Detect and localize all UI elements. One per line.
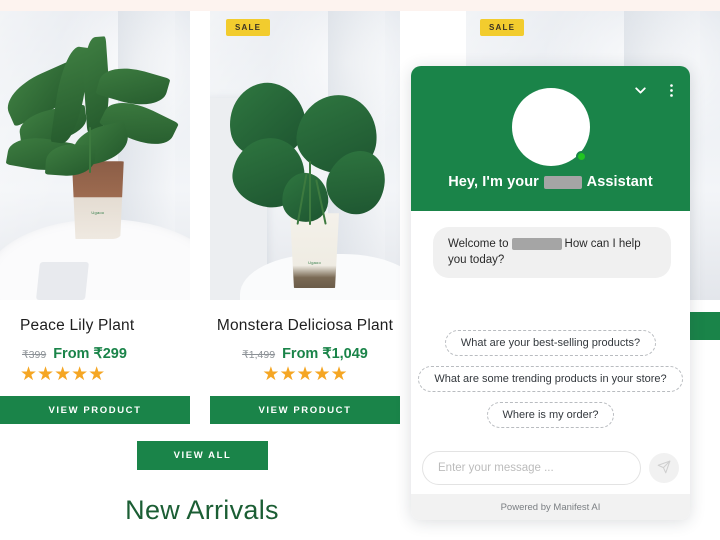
chat-input-row (411, 442, 690, 494)
rating-stars: ★★★★★ (20, 364, 106, 385)
redacted-brand-name (544, 175, 583, 189)
sale-badge: SALE (226, 19, 271, 36)
pot-brand-label: Ugaoo (308, 259, 321, 265)
chat-message-area: Welcome to How can I help you today? What… (411, 211, 690, 442)
chevron-down-icon[interactable] (632, 82, 649, 104)
price-current: From ₹299 (53, 346, 127, 362)
pot-brand-label: Ugaoo (91, 209, 105, 215)
suggestion-chip[interactable]: What are your best-selling products? (444, 330, 657, 356)
kebab-menu-icon[interactable] (663, 82, 680, 104)
suggestion-chips: What are your best-selling products? Wha… (411, 330, 690, 428)
online-status-dot (575, 151, 587, 162)
send-paper-plane-icon (657, 460, 671, 477)
message-input[interactable] (422, 451, 641, 485)
product-card[interactable]: SALE Ugaoo Monstera Deliciosa Plant ₹1,4… (210, 11, 400, 424)
view-all-button[interactable]: VIEW ALL (137, 441, 268, 470)
product-image-peace-lily[interactable]: Ugaoo (0, 11, 190, 300)
product-image-monstera[interactable]: SALE Ugaoo (210, 11, 400, 300)
chat-header-actions (632, 82, 680, 104)
redacted-store-name (511, 237, 562, 250)
price-original: ₹399 (22, 349, 47, 361)
sale-badge: SALE (480, 19, 525, 36)
welcome-message-bubble: Welcome to How can I help you today? (433, 227, 671, 279)
assistant-avatar (511, 88, 590, 166)
rating-stars: ★★★★★ (262, 364, 348, 385)
send-button[interactable] (649, 453, 679, 483)
chat-greeting-prefix: Hey, I'm your (448, 174, 539, 190)
chat-greeting-suffix: Assistant (586, 174, 653, 190)
product-price: ₹1,499 From ₹1,049 (210, 346, 400, 362)
section-heading-new-arrivals: New Arrivals (125, 495, 279, 525)
chat-widget[interactable]: Hey, I'm your Assistant Welcome to How ca… (411, 66, 690, 520)
view-product-button[interactable]: VIEW PRODUCT (0, 396, 190, 424)
welcome-prefix: Welcome to (448, 238, 509, 250)
price-original: ₹1,499 (242, 349, 276, 361)
product-price: ₹399 From ₹299 (22, 346, 190, 362)
product-title: Monstera Deliciosa Plant (216, 317, 394, 334)
suggestion-chip[interactable]: What are some trending products in your … (418, 366, 683, 392)
price-current: From ₹1,049 (282, 346, 368, 362)
view-product-button[interactable]: VIEW PRODUCT (210, 396, 400, 424)
page-top-strip (0, 0, 720, 11)
chat-widget-header: Hey, I'm your Assistant (411, 66, 690, 211)
chat-greeting: Hey, I'm your Assistant (411, 174, 690, 190)
product-card[interactable]: Ugaoo Peace Lily Plant ₹399 From ₹299 ★★… (0, 11, 190, 424)
suggestion-chip[interactable]: Where is my order? (486, 402, 615, 428)
chat-footer: Powered by Manifest AI (411, 494, 690, 520)
product-title: Peace Lily Plant (20, 317, 135, 334)
